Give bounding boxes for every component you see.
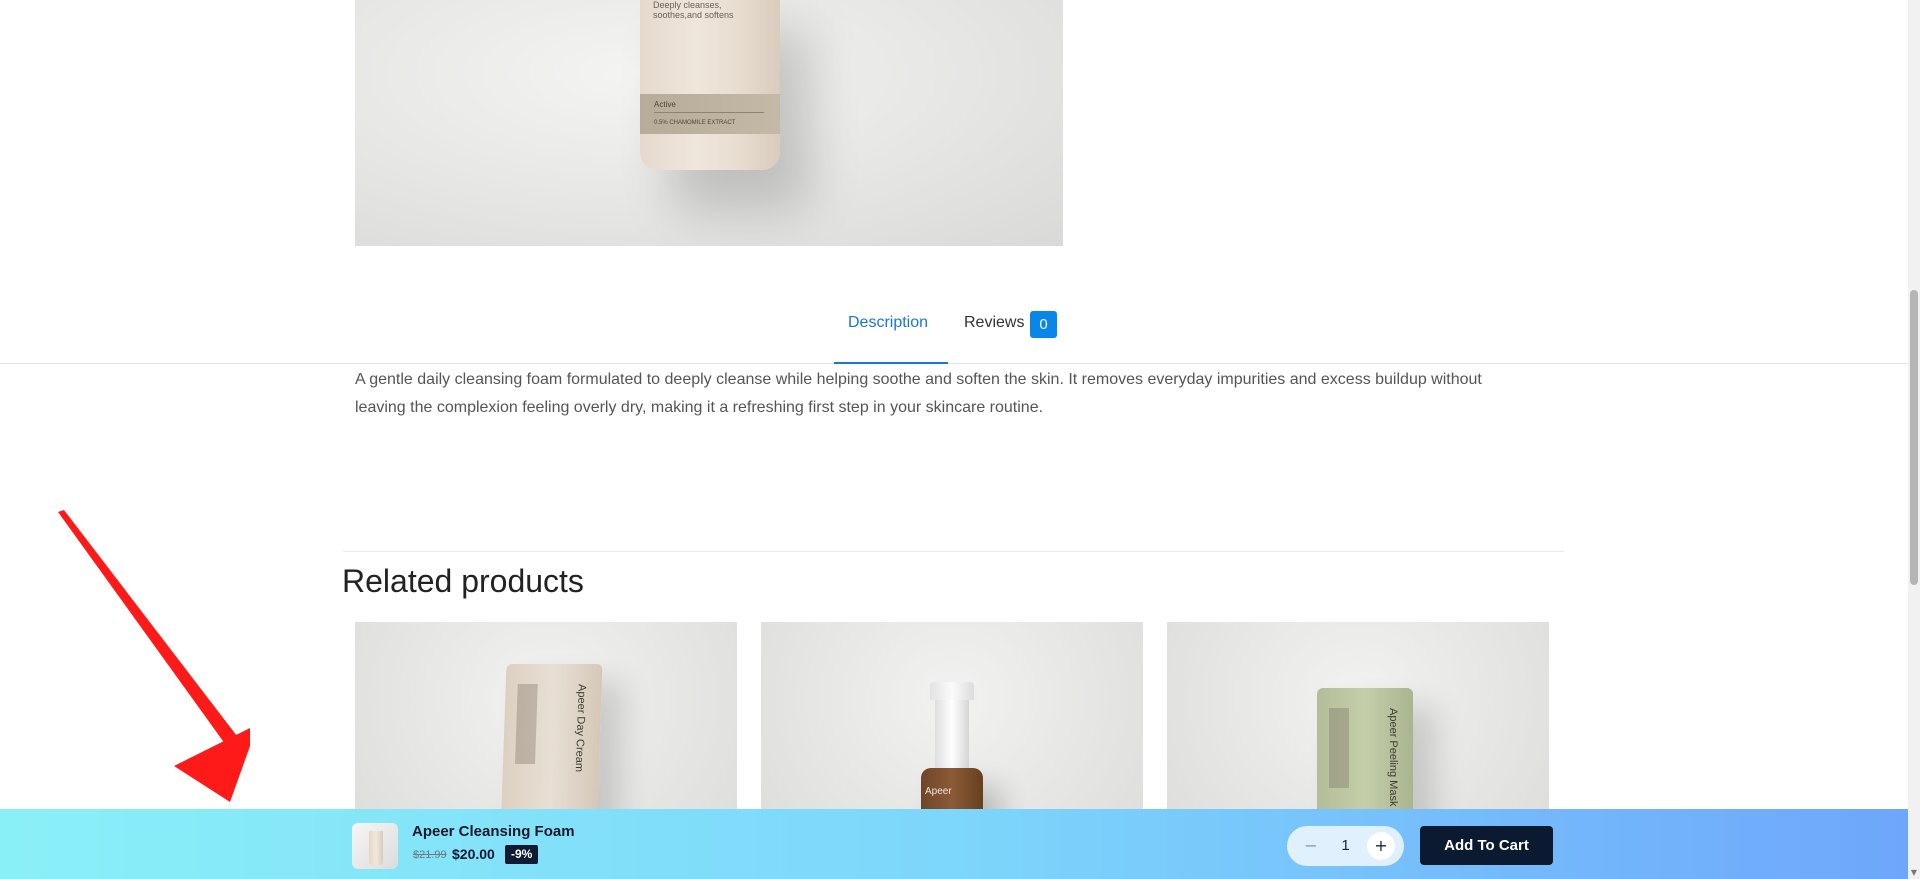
bottle-label-band: Active 0.5% CHAMOMILE EXTRACT xyxy=(640,94,780,134)
pump-brand-label: Apeer xyxy=(925,786,952,797)
discount-badge: -9% xyxy=(505,845,539,864)
reviews-count-badge[interactable]: 0 xyxy=(1030,311,1057,338)
page-scrollbar[interactable]: ▼ xyxy=(1908,0,1920,879)
section-divider xyxy=(343,551,1564,552)
related-products-heading: Related products xyxy=(342,563,584,599)
sticky-price: $20.00 xyxy=(452,846,495,862)
cleansing-foam-bottle: Deeply cleanses, soothes,and softens Act… xyxy=(640,0,780,170)
scroll-down-icon[interactable]: ▼ xyxy=(1910,868,1918,877)
product-tabs: Description Reviews 0 xyxy=(0,300,1908,364)
tube-label-band xyxy=(1329,708,1349,788)
red-arrow-icon xyxy=(58,510,250,802)
sticky-old-price: $21.99 xyxy=(413,849,447,861)
tube-label: Apeer Day Cream xyxy=(572,684,588,773)
bottle-band-label: Active xyxy=(654,100,676,109)
scrollbar-thumb[interactable] xyxy=(1910,290,1918,585)
quantity-input[interactable]: 1 xyxy=(1327,826,1364,866)
pump-neck xyxy=(935,700,969,768)
tab-description[interactable]: Description xyxy=(848,314,928,332)
product-thumbnail xyxy=(352,823,398,869)
bottle-band-ingredient: 0.5% CHAMOMILE EXTRACT xyxy=(654,120,736,126)
tube-label: Apeer Peeling Mask xyxy=(1387,708,1399,807)
increase-quantity-button[interactable]: + xyxy=(1367,832,1395,860)
pump-head xyxy=(930,682,974,700)
sticky-product-title: Apeer Cleansing Foam xyxy=(412,823,575,840)
tab-active-indicator xyxy=(834,362,948,364)
tab-reviews[interactable]: Reviews xyxy=(964,314,1024,332)
product-main-image: Deeply cleanses, soothes,and softens Act… xyxy=(355,0,1063,246)
bottle-band-divider xyxy=(654,112,764,113)
sticky-add-to-cart-bar: Apeer Cleansing Foam $21.99 $20.00 -9% −… xyxy=(0,809,1908,879)
add-to-cart-button[interactable]: Add To Cart xyxy=(1420,826,1553,865)
product-description: A gentle daily cleansing foam formulated… xyxy=(355,371,1482,416)
quantity-stepper: − 1 + xyxy=(1287,826,1404,866)
decrease-quantity-button[interactable]: − xyxy=(1297,832,1325,860)
tube-label-band xyxy=(515,684,538,764)
thumbnail-bottle xyxy=(369,831,383,865)
bottle-tagline: Deeply cleanses, soothes,and softens xyxy=(653,0,734,20)
